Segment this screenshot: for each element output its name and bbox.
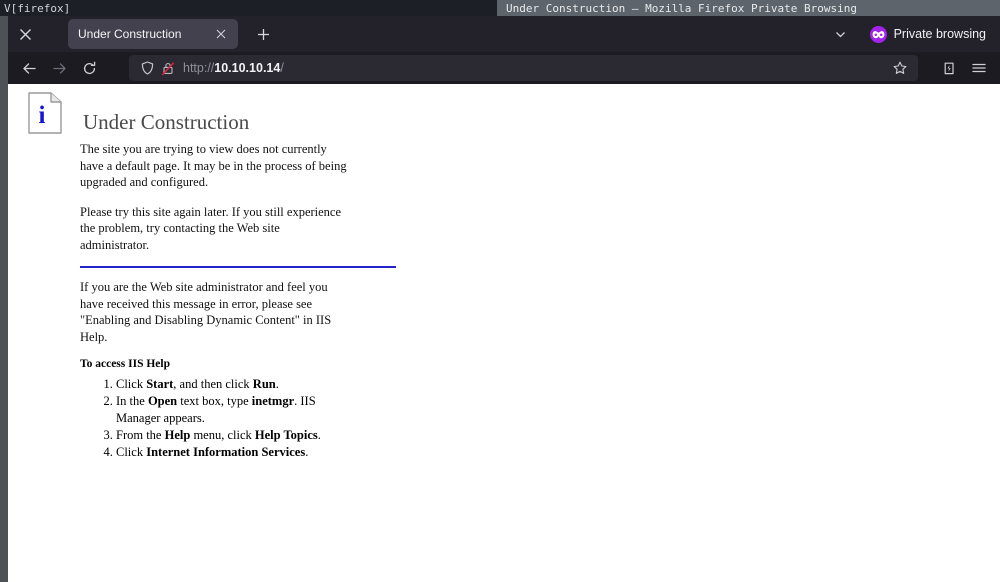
page-body: The site you are trying to view does not… xyxy=(20,135,350,461)
extensions-icon[interactable] xyxy=(934,53,964,83)
help-step-emphasis: Internet Information Services xyxy=(146,445,305,459)
help-step-emphasis: inetmgr xyxy=(252,394,294,408)
window-left-border xyxy=(0,16,8,582)
browser-tab[interactable]: Under Construction xyxy=(68,19,238,49)
help-step-emphasis: Open xyxy=(148,394,177,408)
help-step-text: Click xyxy=(116,445,146,459)
help-step-emphasis: Start xyxy=(146,377,173,391)
page-header-row: i Under Construction xyxy=(20,90,1000,135)
help-step: Click Start, and then click Run. xyxy=(116,376,350,393)
private-browsing-indicator: Private browsing xyxy=(870,26,986,43)
url-scheme: http:// xyxy=(183,61,214,75)
reload-button[interactable] xyxy=(74,53,104,83)
document-info-icon: i xyxy=(28,92,62,134)
window-close-button[interactable] xyxy=(8,16,42,52)
horizontal-rule xyxy=(80,266,396,268)
forward-button[interactable] xyxy=(44,53,74,83)
url-host: 10.10.10.14 xyxy=(214,61,280,75)
iis-under-construction-page: i Under Construction The site you are tr… xyxy=(8,84,1000,461)
bookmark-star-icon[interactable] xyxy=(886,55,914,81)
paragraph-1: The site you are trying to view does not… xyxy=(80,141,350,191)
help-step-emphasis: Help Topics xyxy=(255,428,318,442)
url-bar[interactable]: http://10.10.10.14/ xyxy=(129,55,918,81)
new-tab-button[interactable] xyxy=(251,22,275,46)
private-browsing-label: Private browsing xyxy=(894,27,986,41)
browser-tab-bar: Under Construction xyxy=(8,16,1000,52)
toolbar-right-group xyxy=(934,53,994,83)
help-step-text: From the xyxy=(116,428,165,442)
help-step-text: text box, type xyxy=(177,394,252,408)
back-button[interactable] xyxy=(14,53,44,83)
page-title: Under Construction xyxy=(83,110,249,135)
screen: V[firefox] Under Construction — Mozilla … xyxy=(0,0,1000,582)
paragraph-2: Please try this site again later. If you… xyxy=(80,204,350,254)
browser-nav-bar: http://10.10.10.14/ xyxy=(8,52,1000,84)
private-mask-icon xyxy=(870,26,887,43)
help-step: From the Help menu, click Help Topics. xyxy=(116,427,350,444)
help-section-heading: To access IIS Help xyxy=(80,358,350,370)
help-step-emphasis: Help xyxy=(165,428,191,442)
page-viewport: i Under Construction The site you are tr… xyxy=(8,84,1000,582)
help-step-text: In the xyxy=(116,394,148,408)
list-all-tabs-button[interactable] xyxy=(828,21,854,47)
url-text: http://10.10.10.14/ xyxy=(183,61,886,75)
window-title: Under Construction — Mozilla Firefox Pri… xyxy=(497,0,1000,16)
help-step: In the Open text box, type inetmgr. IIS … xyxy=(116,393,350,427)
info-letter: i xyxy=(39,102,46,129)
help-step-text: Click xyxy=(116,377,146,391)
help-step-text: . xyxy=(305,445,308,459)
help-step-text: . xyxy=(276,377,279,391)
help-step-text: , and then click xyxy=(173,377,253,391)
workspace-tag: V[firefox] xyxy=(4,0,70,16)
help-step-text: . xyxy=(318,428,321,442)
tab-close-icon[interactable] xyxy=(212,25,230,43)
help-step-emphasis: Run xyxy=(253,377,276,391)
help-step: Click Internet Information Services. xyxy=(116,444,350,461)
paragraph-3: If you are the Web site administrator an… xyxy=(80,279,350,345)
lock-insecure-icon[interactable] xyxy=(157,61,179,76)
tab-title: Under Construction xyxy=(78,27,212,41)
shield-icon[interactable] xyxy=(137,61,157,75)
help-step-text: menu, click xyxy=(190,428,255,442)
url-path: / xyxy=(280,61,283,75)
hamburger-menu-icon[interactable] xyxy=(964,53,994,83)
help-steps-list: Click Start, and then click Run.In the O… xyxy=(116,376,350,461)
window-manager-title-bar: V[firefox] Under Construction — Mozilla … xyxy=(0,0,1000,16)
